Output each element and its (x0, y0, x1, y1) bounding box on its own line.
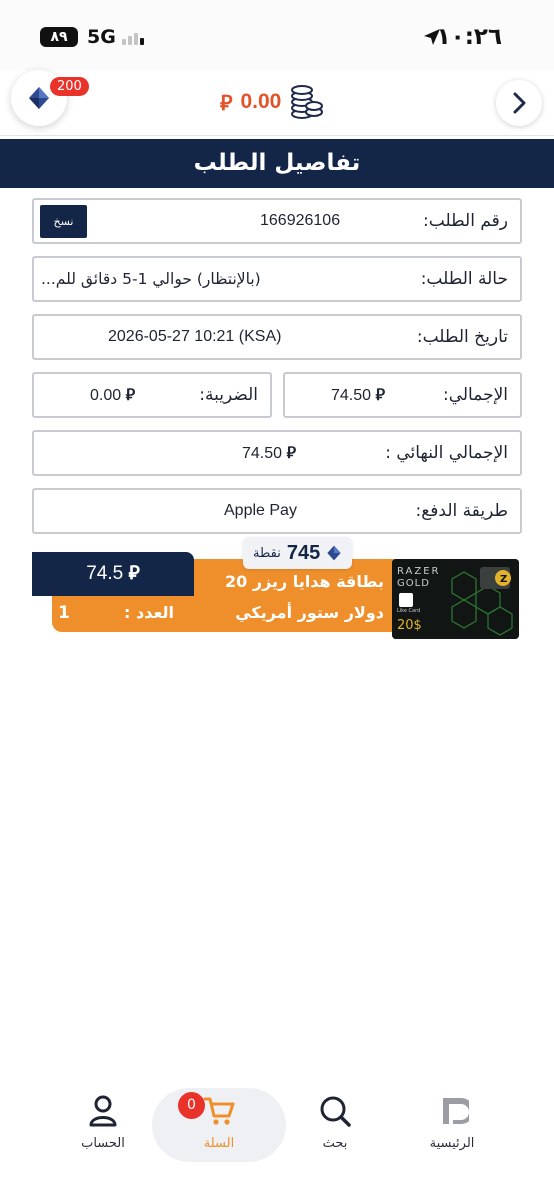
item-points: نقطة 745 (243, 537, 353, 569)
item-name-line2: دولار ستور أمريكي (235, 603, 384, 622)
order-status-row: حالة الطلب: (بالإنتظار) حوالي 1-5 دقائق … (32, 256, 522, 302)
page-title: تفاصيل الطلب (0, 139, 554, 188)
top-header: 200 ⃁ 0.00 (0, 70, 554, 136)
nav-cart-label: السلة (203, 1136, 235, 1151)
diamond-icon (29, 87, 49, 109)
card-brand-line1: RAZER (397, 566, 441, 577)
total-currency: ⃁ (375, 387, 386, 404)
final-total-label: الإجمالي النهائي : (385, 443, 508, 463)
order-status-value: (بالإنتظار) حوالي 1-5 دقائق للم... (41, 270, 261, 288)
points-badge: 200 (50, 77, 89, 96)
card-brand-line2: GOLD (397, 578, 430, 589)
total-label: الإجمالي: (442, 385, 508, 405)
tax-currency: ⃁ (125, 387, 136, 404)
diamond-icon (327, 545, 341, 561)
copy-button[interactable]: نسخ (40, 205, 87, 238)
points-value: 745 (286, 541, 321, 564)
item-price-value: 74.5 (86, 563, 124, 584)
total-row: الإجمالي: 74.50 ⃁ (283, 372, 522, 418)
order-number-value: 166926106 (260, 212, 341, 229)
final-total-row: الإجمالي النهائي : 74.50 ⃁ (32, 430, 522, 476)
item-price-currency: ⃁ (128, 563, 140, 584)
final-total-amount: 74.50 (242, 445, 283, 462)
product-image: Z RAZER GOLD Like Card 20$ (392, 559, 519, 639)
bottom-navigation: الرئيسية بحث السلة 0 الحساب (0, 1080, 554, 1199)
order-item-card[interactable]: بطاقة هدايا ريزر 20 دولار ستور أمريكي 74… (32, 536, 522, 640)
balance-amount: 0.00 (240, 90, 282, 113)
wallet-balance[interactable]: ⃁ 0.00 (220, 84, 324, 120)
cart-count-badge: 0 (178, 1092, 205, 1119)
battery-indicator: ٨٩ (40, 27, 78, 47)
signal-icon (122, 29, 150, 45)
payment-method-value: Apple Pay (224, 502, 297, 519)
card-logo-mark (399, 593, 413, 607)
chevron-right-icon (513, 92, 526, 114)
total-amount: 74.50 (331, 387, 372, 404)
final-total-currency: ⃁ (286, 445, 297, 462)
tax-row: الضريبة: 0.00 ⃁ (32, 372, 272, 418)
item-price: 74.5 ⃁ (32, 552, 194, 596)
item-name-line1: بطاقة هدايا ريزر 20 (225, 572, 384, 591)
payment-method-label: طريقة الدفع: (415, 501, 509, 521)
back-button[interactable] (496, 80, 542, 126)
card-logo-text: Like Card (397, 608, 421, 614)
order-date-row: تاريخ الطلب: 2026-05-27 10:21 (KSA) (32, 314, 522, 360)
nav-home[interactable]: الرئيسية (397, 1094, 507, 1151)
quantity-value: 1 (58, 603, 70, 623)
order-status-label: حالة الطلب: (420, 269, 508, 289)
card-amount: 20$ (397, 618, 422, 633)
nav-search[interactable]: بحث (280, 1094, 390, 1151)
home-logo-icon (443, 1098, 474, 1124)
order-date-label: تاريخ الطلب: (416, 327, 508, 347)
order-date-value: 2026-05-27 10:21 (KSA) (108, 328, 282, 345)
order-number-row: رقم الطلب: 166926106 نسخ (32, 198, 522, 244)
tax-amount: 0.00 (90, 387, 122, 404)
total-value: 74.50 ⃁ (331, 385, 385, 405)
payment-method-row: طريقة الدفع: Apple Pay (32, 488, 522, 534)
tax-label: الضريبة: (199, 385, 258, 405)
coins-icon (291, 85, 324, 119)
points-word: نقطة (253, 545, 281, 561)
clock-time: ١٠:٢٦ (436, 24, 502, 50)
cart-icon (203, 1097, 235, 1125)
tax-value: 0.00 ⃁ (90, 385, 135, 405)
nav-home-label: الرئيسية (429, 1136, 475, 1151)
network-type: 5G (87, 26, 116, 48)
balance-currency: ⃁ (220, 91, 233, 115)
search-icon (320, 1096, 351, 1127)
svg-text:Z: Z (500, 574, 507, 585)
nav-search-label: بحث (322, 1136, 348, 1151)
quantity-label: العدد : (124, 603, 174, 622)
nav-account[interactable]: الحساب (48, 1094, 158, 1151)
order-number-label: رقم الطلب: (423, 211, 508, 231)
final-total-value: 74.50 ⃁ (242, 443, 296, 463)
item-quantity: العدد : 1 (32, 596, 194, 632)
status-bar: ٨٩ 5G ١٠:٢٦ (0, 0, 554, 70)
nav-account-label: الحساب (81, 1136, 125, 1151)
user-icon (89, 1095, 117, 1127)
